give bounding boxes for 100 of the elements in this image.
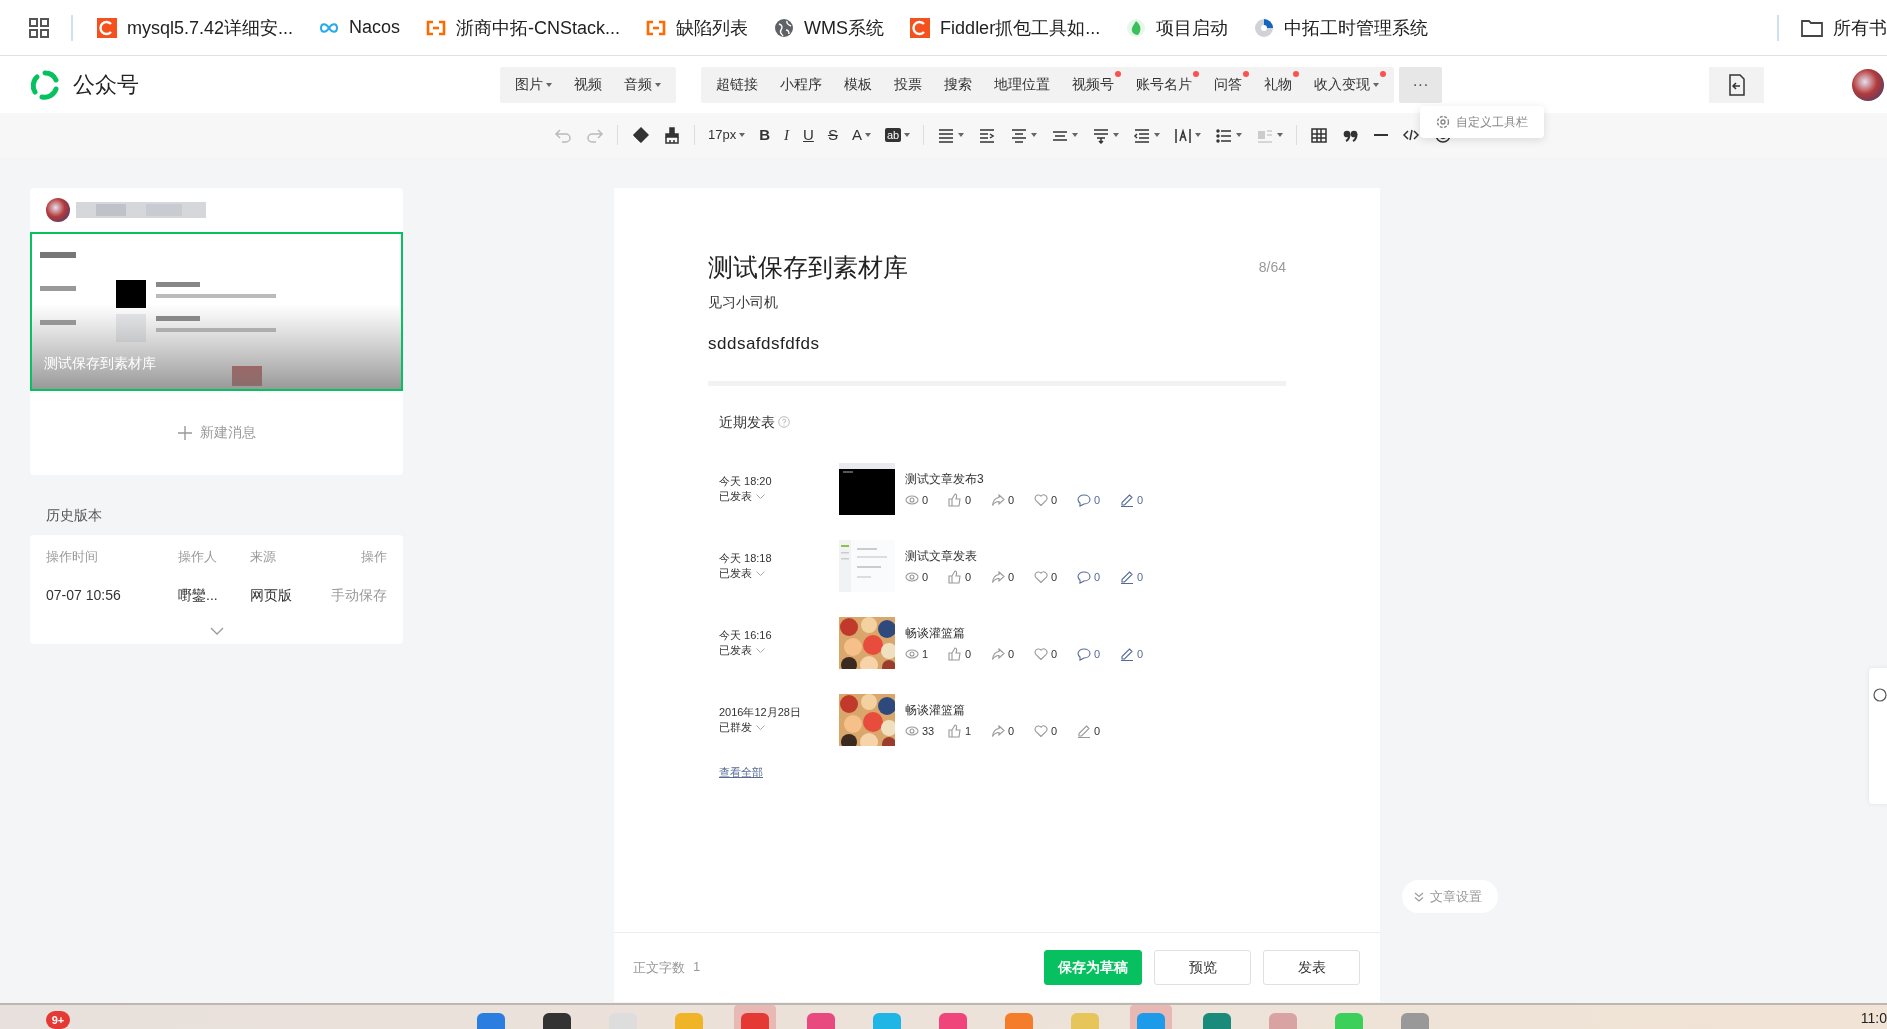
- share-icon: [991, 492, 1005, 507]
- center-align-icon: [1010, 126, 1029, 144]
- section-heading: 近期发表: [719, 413, 775, 432]
- c-logo-icon: [910, 17, 931, 38]
- format-button[interactable]: U: [799, 121, 818, 149]
- insert-button[interactable]: 音频: [613, 66, 672, 103]
- insert-button[interactable]: 礼物: [1253, 66, 1303, 103]
- comment-icon: [1077, 646, 1091, 661]
- eraser-icon: [631, 126, 649, 144]
- pen-icon: [1120, 492, 1134, 507]
- stat-counter: 0: [1034, 723, 1077, 738]
- document-icon: [1727, 73, 1746, 96]
- status-dropdown[interactable]: 已发表: [719, 488, 765, 504]
- bookmark-link[interactable]: 项目启动: [1126, 15, 1229, 40]
- bookmark-link[interactable]: Fiddler抓包工具如...: [910, 15, 1101, 40]
- insert-button[interactable]: 问答: [1203, 66, 1253, 103]
- share-icon: [991, 569, 1005, 584]
- heart-icon: [1034, 646, 1048, 661]
- format-button[interactable]: 17px: [704, 121, 750, 149]
- plus-icon: [177, 426, 192, 440]
- insert-button[interactable]: 视频: [563, 66, 613, 103]
- insert-button[interactable]: 投票: [883, 66, 933, 103]
- share-icon: [991, 723, 1005, 738]
- brush-icon: [663, 126, 681, 144]
- eye-icon: [905, 646, 919, 661]
- avatar[interactable]: [1852, 68, 1884, 101]
- chevron-down-icon: [756, 724, 765, 730]
- stat-counter[interactable]: 0: [1077, 492, 1120, 507]
- horizontal-rule-icon: [1374, 134, 1389, 136]
- caret-icon: [1154, 133, 1161, 137]
- stat-counter: 0: [1034, 646, 1077, 661]
- eye-icon: [905, 569, 919, 584]
- table-cell-text: 网页版: [250, 587, 293, 603]
- post-title[interactable]: 测试文章发表: [905, 547, 1163, 564]
- format-button[interactable]: B: [755, 121, 775, 149]
- view-all-link[interactable]: 查看全部: [719, 764, 763, 780]
- insert-button[interactable]: 超链接: [705, 66, 769, 103]
- insert-button[interactable]: 地理位置: [983, 66, 1061, 103]
- stat-counter: 0: [905, 492, 948, 507]
- format-button[interactable]: A: [847, 121, 875, 149]
- stat-counter[interactable]: 0: [1120, 569, 1163, 584]
- undo-icon: [554, 126, 572, 144]
- action-button[interactable]: 预览: [1154, 950, 1251, 985]
- c-logo-icon: [97, 17, 117, 38]
- stat-counter[interactable]: 0: [1120, 646, 1163, 661]
- redo-icon: [586, 126, 604, 144]
- caret-icon: [1113, 133, 1120, 137]
- column-header: 来源: [250, 549, 277, 565]
- caret-icon: [904, 133, 911, 137]
- stat-counter[interactable]: 0: [1077, 569, 1120, 584]
- insert-button[interactable]: 小程序: [769, 66, 833, 103]
- action-button[interactable]: 发表: [1263, 950, 1360, 985]
- stat-counter: 0: [991, 723, 1034, 738]
- character-count: 8/64: [1258, 259, 1286, 275]
- format-button[interactable]: ab: [880, 121, 915, 149]
- bookmark-link[interactable]: Nacos: [319, 17, 401, 38]
- brand-name: 公众号: [73, 70, 139, 99]
- status-dropdown[interactable]: 已发表: [719, 642, 765, 658]
- menu-item[interactable]: 自定义工具栏: [1436, 113, 1528, 131]
- format-button[interactable]: S: [823, 121, 842, 149]
- stat-counter: 33: [905, 723, 948, 738]
- outdent-icon: [1133, 126, 1152, 144]
- pen-icon: [1077, 723, 1091, 738]
- insert-button[interactable]: 账号名片: [1125, 66, 1203, 103]
- word-count-label: 正文字数: [633, 958, 685, 977]
- notification-dot: [1243, 70, 1249, 77]
- bookmark-link[interactable]: 中拓工时管理系统: [1254, 15, 1429, 40]
- bookmarks-folder[interactable]: 所有书: [1801, 15, 1887, 40]
- indent-icon: [978, 126, 997, 144]
- bookmark-link[interactable]: mysql5.7.42详细安...: [97, 15, 294, 40]
- title-field[interactable]: 测试保存到素材库: [708, 250, 908, 284]
- insert-button[interactable]: 收入变现: [1303, 66, 1390, 103]
- insert-button[interactable]: 搜索: [933, 66, 983, 103]
- post-date: 2016年12月28日: [719, 704, 802, 720]
- caret-icon: [1195, 133, 1202, 137]
- bookmark-link[interactable]: 缺陷列表: [646, 15, 749, 40]
- list-icon: [1215, 126, 1234, 144]
- stat-counter[interactable]: 0: [1077, 646, 1120, 661]
- insert-button[interactable]: 模板: [833, 66, 883, 103]
- status-dropdown[interactable]: 已群发: [719, 719, 765, 735]
- apps-icon[interactable]: [29, 17, 49, 38]
- document-button[interactable]: [1709, 66, 1764, 103]
- post-title[interactable]: 测试文章发布3: [905, 470, 1163, 487]
- insert-button[interactable]: 图片: [504, 66, 563, 103]
- settings-icon: [1436, 115, 1450, 129]
- format-button[interactable]: I: [780, 121, 794, 149]
- disc-icon: [1254, 17, 1275, 38]
- author-field[interactable]: 见习小司机: [708, 292, 1286, 312]
- bookmark-link[interactable]: WMS系统: [774, 15, 885, 40]
- stat-counter[interactable]: 0: [1120, 492, 1163, 507]
- more-button[interactable]: ···: [1399, 66, 1442, 103]
- share-icon: [991, 646, 1005, 661]
- post-title[interactable]: 畅谈灌篮篇: [905, 701, 1120, 718]
- bookmark-link[interactable]: 浙商中拓-CNStack...: [426, 15, 621, 40]
- status-dropdown[interactable]: 已发表: [719, 565, 765, 581]
- chevron-down-icon[interactable]: [209, 627, 224, 635]
- body-text[interactable]: sddsafdsfdfds: [708, 332, 1286, 356]
- insert-button[interactable]: 视频号: [1061, 66, 1125, 103]
- caret-icon: [958, 133, 965, 137]
- post-title[interactable]: 畅谈灌篮篇: [905, 624, 1163, 641]
